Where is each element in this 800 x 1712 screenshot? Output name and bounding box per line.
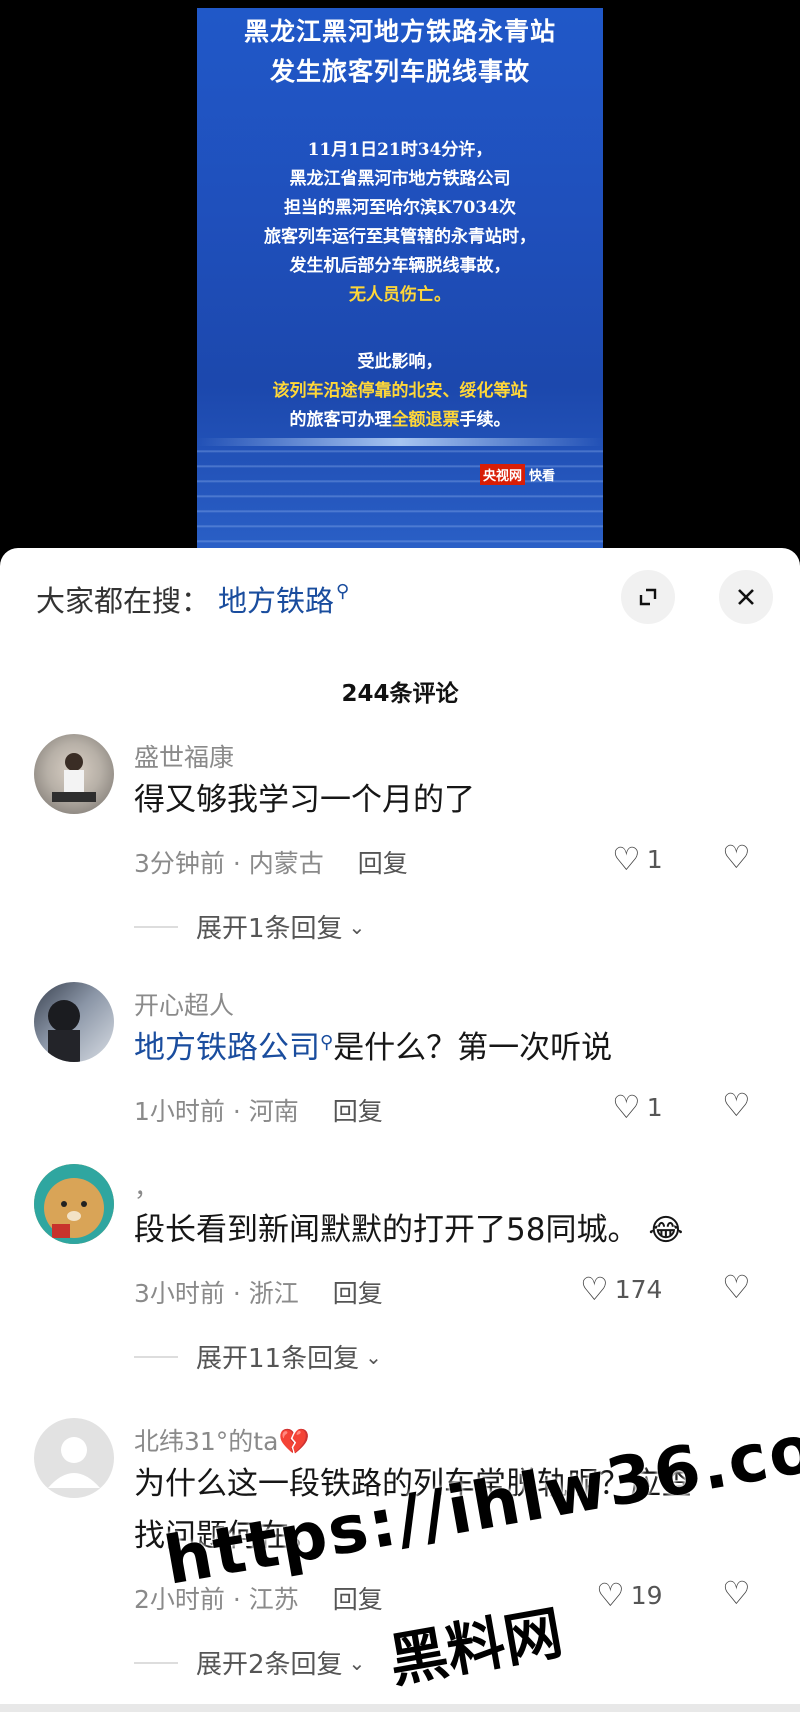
expand-replies[interactable]: 展开1条回复 ⌄ — [134, 908, 365, 945]
close-button[interactable] — [719, 570, 773, 624]
divider — [134, 925, 178, 928]
like-button[interactable]: ♡ 1 — [612, 1088, 663, 1126]
comment-text-body: 段长看到新闻默默的打开了58同城。 — [134, 1212, 639, 1248]
poster-title-line2: 发生旅客列车脱线事故 — [269, 57, 530, 86]
dislike-button[interactable]: ♡ — [722, 1268, 751, 1306]
broken-heart-emoji-icon: 💔 — [278, 1427, 310, 1456]
heart-icon: ♡ — [596, 1576, 625, 1614]
dislike-button[interactable]: ♡ — [722, 1086, 751, 1124]
divider — [134, 1661, 178, 1664]
comment-count: 244条评论 — [341, 681, 459, 707]
default-avatar-icon — [48, 1437, 100, 1488]
comment-meta: 3小时前 · 浙江 回复 — [134, 1274, 383, 1310]
comment-time-location: 3小时前 · 浙江 — [134, 1279, 299, 1308]
like-count: 1 — [646, 844, 663, 874]
poster-text: 旅客列车运行至其管辖的永青站时， — [264, 227, 536, 247]
expand-button[interactable] — [621, 570, 675, 624]
hot-search-label: 大家都在搜： — [36, 584, 211, 618]
broken-heart-icon: ♡ — [722, 838, 751, 876]
like-count: 1 — [646, 1092, 663, 1122]
expand-replies-label: 展开2条回复 — [196, 1650, 343, 1680]
comment-author[interactable]: ， — [134, 1168, 159, 1204]
comment-text: 段长看到新闻默默的打开了58同城。 😂 — [134, 1204, 734, 1257]
like-button[interactable]: ♡ 1 — [612, 840, 663, 878]
like-button[interactable]: ♡ 174 — [580, 1270, 662, 1308]
avatar[interactable] — [34, 982, 114, 1062]
poster-text: 11月1日21时34分许， — [307, 140, 493, 160]
comment-text-body: 是什么？第一次听说 — [333, 1030, 613, 1066]
close-icon — [738, 589, 754, 605]
cctv-logo: 央视网 快看 — [479, 464, 555, 485]
avatar-image — [52, 753, 96, 802]
expand-replies-label: 展开1条回复 — [196, 914, 343, 944]
comment-meta: 3分钟前 · 内蒙古 回复 — [134, 844, 408, 880]
poster-text: 发生机后部分车辆脱线事故， — [289, 256, 511, 276]
comment-text: 地方铁路公司⚲是什么？第一次听说 — [134, 1022, 734, 1079]
chevron-down-icon: ⌄ — [348, 1650, 366, 1675]
like-count: 19 — [630, 1580, 663, 1610]
comment-author[interactable]: 盛世福康 — [134, 738, 234, 774]
broken-heart-icon: ♡ — [722, 1268, 751, 1306]
avatar[interactable] — [34, 734, 114, 814]
reply-button[interactable]: 回复 — [358, 849, 408, 878]
heart-icon: ♡ — [580, 1270, 609, 1308]
expand-replies[interactable]: 展开2条回复 ⌄ — [134, 1644, 365, 1681]
poster-text: 黑龙江省黑河市地方铁路公司 — [289, 169, 511, 189]
expand-replies-label: 展开11条回复 — [196, 1344, 360, 1374]
avatar-image — [34, 1164, 114, 1244]
comment-author[interactable]: 北纬31°的ta💔 — [134, 1422, 310, 1458]
poster-text: 的旅客可办理 — [289, 410, 392, 430]
reply-button[interactable]: 回复 — [333, 1585, 383, 1614]
poster-stripes — [197, 438, 603, 548]
chevron-down-icon: ⌄ — [365, 1344, 382, 1369]
reply-button[interactable]: 回复 — [333, 1097, 383, 1126]
search-icon: ⚲ — [320, 1032, 334, 1053]
poster-text: 担当的黑河至哈尔滨K7034次 — [283, 198, 517, 218]
broken-heart-icon: ♡ — [722, 1574, 751, 1612]
poster-title-line1: 黑龙江黑河地方铁路永青站 — [243, 17, 556, 46]
heart-icon: ♡ — [612, 840, 641, 878]
crying-emoji-icon: 😂 — [648, 1213, 684, 1248]
comment-author[interactable]: 开心超人 — [134, 986, 234, 1022]
video-player[interactable]: 黑龙江黑河地方铁路永青站 发生旅客列车脱线事故 11月1日21时34分许， 黑龙… — [0, 0, 800, 548]
reply-button[interactable]: 回复 — [333, 1279, 383, 1308]
comment-time-location: 3分钟前 · 内蒙古 — [134, 849, 324, 878]
expand-icon — [639, 588, 657, 606]
poster-highlight: 全额退票 — [391, 410, 460, 430]
divider — [134, 1355, 178, 1358]
poster-highlight: 该列车沿途停靠的北安、绥化等站 — [272, 381, 528, 401]
search-icon: ⚲ — [336, 580, 350, 602]
heart-icon: ♡ — [612, 1088, 641, 1126]
dislike-button[interactable]: ♡ — [722, 1574, 751, 1612]
comment-link[interactable]: 地方铁路公司 — [134, 1030, 320, 1066]
chevron-down-icon: ⌄ — [348, 914, 366, 939]
poster-paragraph-1: 11月1日21时34分许， 黑龙江省黑河市地方铁路公司 担当的黑河至哈尔滨K70… — [197, 136, 603, 310]
poster-highlight: 无人员伤亡。 — [349, 285, 451, 305]
comment-text: 得又够我学习一个月的了 — [134, 782, 475, 818]
avatar-image — [48, 1000, 80, 1062]
bottom-bar — [0, 1704, 800, 1712]
avatar[interactable] — [34, 1164, 114, 1244]
logo-text: 快看 — [528, 469, 555, 484]
comment-meta: 1小时前 · 河南 回复 — [134, 1092, 383, 1128]
like-count: 174 — [614, 1274, 663, 1304]
expand-replies[interactable]: 展开11条回复 ⌄ — [134, 1338, 382, 1375]
poster-text: 手续。 — [459, 410, 511, 430]
poster-paragraph-2: 受此影响， 该列车沿途停靠的北安、绥化等站 的旅客可办理全额退票手续。 — [197, 348, 603, 435]
hot-search-keyword[interactable]: 地方铁路 — [218, 578, 334, 620]
news-poster: 黑龙江黑河地方铁路永青站 发生旅客列车脱线事故 11月1日21时34分许， 黑龙… — [197, 8, 603, 548]
author-name: 北纬31°的ta — [134, 1427, 279, 1456]
poster-text: 的旅客可办理全额退票手续。 — [197, 406, 603, 435]
comment-time-location: 1小时前 · 河南 — [134, 1097, 299, 1126]
hot-search-bar[interactable]: 大家都在搜： 地方铁路 ⚲ — [36, 578, 349, 620]
avatar[interactable] — [34, 1418, 114, 1498]
like-button[interactable]: ♡ 19 — [596, 1576, 663, 1614]
logo-badge: 央视网 — [479, 464, 525, 485]
dislike-button[interactable]: ♡ — [722, 838, 751, 876]
broken-heart-icon: ♡ — [722, 1086, 751, 1124]
poster-text: 受此影响， — [357, 352, 443, 372]
